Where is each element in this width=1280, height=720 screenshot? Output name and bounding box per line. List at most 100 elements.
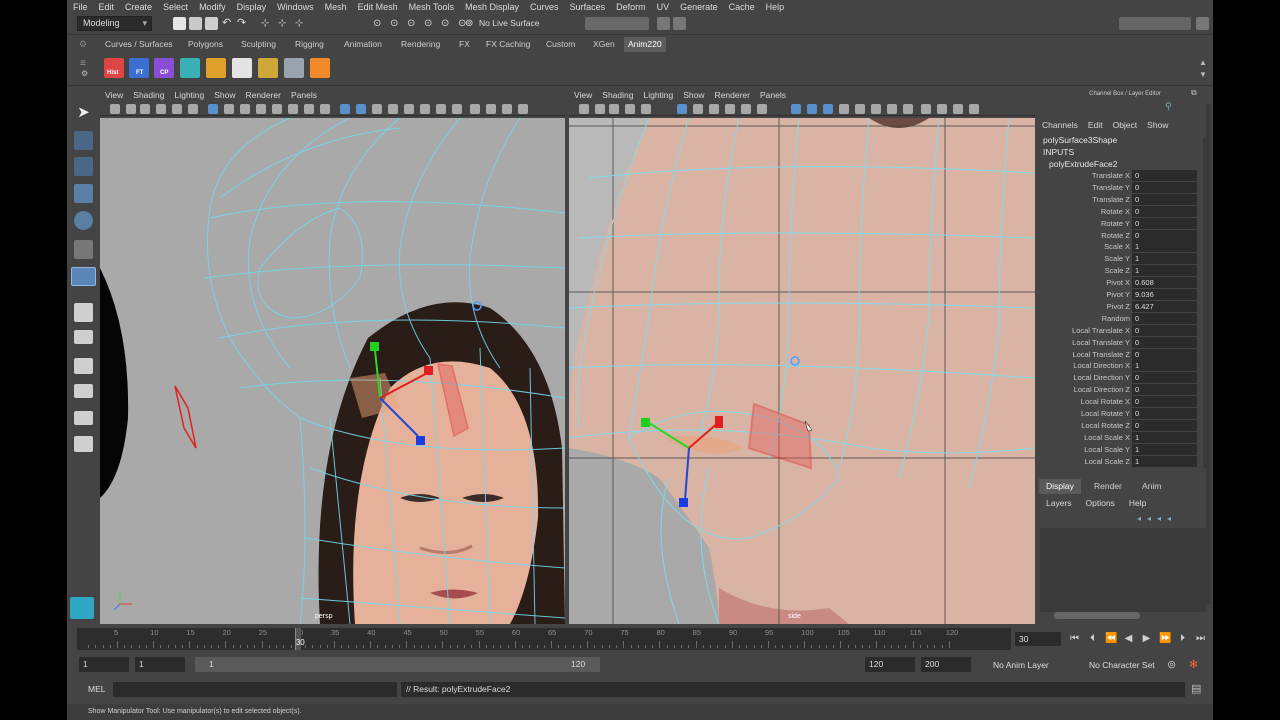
lasso-tool-icon[interactable] <box>74 131 93 150</box>
workspace-dropdown[interactable]: Modeling ▾ <box>77 16 152 31</box>
lights-icon[interactable] <box>256 104 266 114</box>
side-color-mgmt-icon[interactable] <box>937 104 947 114</box>
side-menu-renderer[interactable]: Renderer <box>710 90 755 100</box>
resolution-gate-icon[interactable] <box>288 104 298 114</box>
go-to-start-icon[interactable]: ⏮ <box>1069 633 1080 644</box>
workspace-layout-icons[interactable] <box>1119 17 1191 30</box>
step-back-key-icon[interactable]: ⏪ <box>1105 633 1117 644</box>
cb-attribute-value[interactable]: 1 <box>1132 443 1197 455</box>
cb-attribute-row[interactable]: Local Direction Z0 <box>1037 384 1213 396</box>
gate-mask-icon[interactable] <box>304 104 314 114</box>
cb-attribute-row[interactable]: Scale Z1 <box>1037 265 1213 277</box>
smooth-shade-icon[interactable] <box>224 104 234 114</box>
menu-windows[interactable]: Windows <box>271 2 319 12</box>
isolate-icon[interactable] <box>340 104 350 114</box>
persp-viewport[interactable]: persp <box>100 118 565 624</box>
menu-mesh-display[interactable]: Mesh Display <box>459 2 524 12</box>
tab-anim220[interactable]: Anim220 <box>624 37 666 52</box>
snap-point-icon[interactable]: ⊹ <box>295 17 308 30</box>
cb-attribute-row[interactable]: Scale Y1 <box>1037 253 1213 265</box>
side-menu-show[interactable]: Show <box>678 90 709 100</box>
side-ssao-icon[interactable] <box>839 104 849 114</box>
time-slider[interactable]: 5 10 15 20 25 30 35 40 45 50 55 60 65 70 75 80 85 90 95 100… <box>77 628 1011 650</box>
shelf-scroll-down-icon[interactable]: ▼ <box>1199 70 1207 79</box>
menu-cache[interactable]: Cache <box>723 2 760 12</box>
tab-polygons[interactable]: Polygons <box>184 37 227 52</box>
character-set-dropdown[interactable]: No Character Set <box>1089 660 1155 670</box>
range-slider[interactable]: 1 120 <box>195 657 600 672</box>
step-forward-frame-icon[interactable]: ⏵ <box>1177 633 1188 644</box>
cb-attribute-row[interactable]: Rotate Z0 <box>1037 229 1213 242</box>
side-menu-lighting[interactable]: Lighting <box>638 90 678 100</box>
timeline-playhead[interactable]: 30 <box>294 628 305 650</box>
side-menu-shading[interactable]: Shading <box>597 90 638 100</box>
command-input[interactable] <box>113 682 397 697</box>
menu-uv[interactable]: UV <box>651 2 675 12</box>
tab-fx[interactable]: FX <box>455 37 474 52</box>
anim-layer-dropdown[interactable]: No Anim Layer <box>993 660 1049 670</box>
cb-attribute-row[interactable]: Pivot Z 6.427 <box>1037 300 1213 313</box>
persp-menu-view[interactable]: View <box>100 90 128 100</box>
menu-edit-mesh[interactable]: Edit Mesh <box>352 2 403 12</box>
snap-curve-icon[interactable]: ⊹ <box>278 17 291 30</box>
menu-file[interactable]: File <box>67 2 93 12</box>
render-view-icon[interactable] <box>657 17 670 30</box>
side-textured-icon[interactable] <box>709 104 719 114</box>
render-current-icon[interactable] <box>673 17 686 30</box>
tab-rigging[interactable]: Rigging <box>291 37 328 52</box>
textured-icon[interactable] <box>240 104 250 114</box>
menu-curves[interactable]: Curves <box>524 2 564 12</box>
film-gate-icon[interactable] <box>188 104 198 114</box>
xray-icon[interactable] <box>356 104 366 114</box>
cb-attribute-value[interactable]: 0 <box>1132 170 1197 181</box>
cb-menu-channels[interactable]: Channels <box>1037 120 1083 130</box>
side-xray-joints-icon[interactable] <box>823 104 833 114</box>
side-menu-panels[interactable]: Panels <box>755 90 791 100</box>
cb-attribute-value[interactable]: 0.608 <box>1132 277 1197 289</box>
side-wireframe-icon[interactable] <box>677 104 687 114</box>
side-grid-icon[interactable] <box>641 104 651 114</box>
live-surface-icon[interactable]: ⊚ <box>465 17 478 30</box>
shelf-menu-icon[interactable]: ≡ <box>80 58 86 69</box>
cb-attribute-value[interactable]: 0 <box>1132 348 1197 360</box>
side-shadows-icon[interactable] <box>741 104 751 114</box>
persp-menu-panels[interactable]: Panels <box>286 90 322 100</box>
menu-create[interactable]: Create <box>119 2 157 12</box>
cb-attribute-row[interactable]: Translate Y0 <box>1037 181 1213 194</box>
cb-attribute-row[interactable]: Local Direction X1 <box>1037 360 1213 372</box>
scale-tool-icon[interactable] <box>74 240 93 259</box>
four-view-layout-icon[interactable] <box>74 330 93 344</box>
snap-view-icon[interactable]: ⊙ <box>390 17 403 30</box>
cb-attribute-row[interactable]: Local Direction Y0 <box>1037 372 1213 384</box>
right-edge-scrollbar[interactable] <box>1206 104 1211 604</box>
new-scene-icon[interactable] <box>173 17 186 30</box>
animation-start-field[interactable]: 1 <box>79 657 129 672</box>
cb-attribute-value[interactable]: 1 <box>1132 455 1197 467</box>
exposure-icon[interactable] <box>452 104 462 114</box>
save-scene-icon[interactable] <box>205 17 218 30</box>
undo-icon[interactable]: ↶ <box>222 17 235 30</box>
redo-icon[interactable]: ↷ <box>237 17 250 30</box>
cb-attribute-row[interactable]: Rotate X0 <box>1037 205 1213 218</box>
snap-surface-icon[interactable]: ⊙ <box>407 17 420 30</box>
outliner-layout-icon[interactable] <box>74 384 93 398</box>
persp-menu-shading[interactable]: Shading <box>128 90 169 100</box>
cb-menu-edit[interactable]: Edit <box>1083 120 1108 130</box>
cb-attribute-value[interactable]: 0 <box>1132 217 1197 229</box>
shelf-grid-button[interactable] <box>284 58 304 78</box>
playback-start-field[interactable]: 1 <box>135 657 185 672</box>
menu-mesh-tools[interactable]: Mesh Tools <box>403 2 459 12</box>
shelf-pencil-button[interactable] <box>258 58 278 78</box>
side-multisample-icon[interactable] <box>871 104 881 114</box>
open-scene-icon[interactable] <box>189 17 202 30</box>
cb-attribute-row[interactable]: Local Translate Y0 <box>1037 336 1213 349</box>
side-viewport[interactable]: side <box>569 118 1035 624</box>
step-forward-key-icon[interactable]: ⏩ <box>1159 633 1171 644</box>
wireframe-icon[interactable] <box>208 104 218 114</box>
shelf-snap-button[interactable] <box>232 58 252 78</box>
multisample-icon[interactable] <box>420 104 430 114</box>
panel-float-icon[interactable]: ⧉ <box>1191 88 1197 98</box>
current-time-field[interactable]: 30 <box>1015 632 1061 646</box>
cb-attribute-value[interactable]: 1 <box>1132 265 1197 277</box>
tab-animation[interactable]: Animation <box>340 37 386 52</box>
